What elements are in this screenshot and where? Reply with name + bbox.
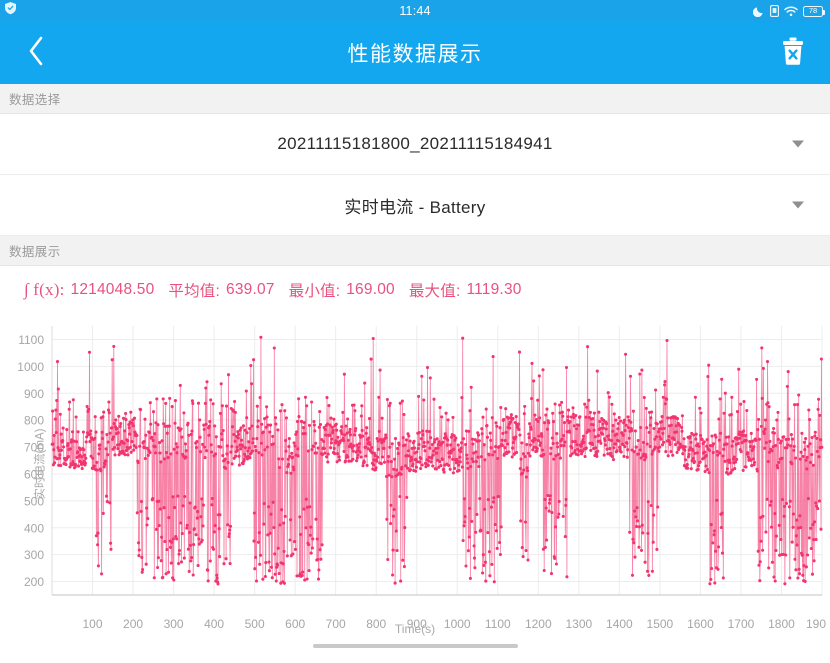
dataset-select-value: 20211115181800_20211115184941 (277, 134, 552, 154)
chart-y-axis-label: 实时电流(mA) (31, 429, 47, 500)
section-header-data-display-label: 数据展示 (9, 241, 61, 260)
battery-level-text: 78 (809, 7, 817, 15)
current-chart[interactable]: 实时电流(mA) 2003004005006007008009001000110… (0, 314, 830, 614)
sim-icon (770, 5, 779, 17)
chart-x-axis-label: Time(s) (0, 622, 830, 636)
section-header-data-selection: 数据选择 (0, 84, 830, 114)
battery-icon: 78 (803, 6, 823, 17)
minimum-label: 最小值: (289, 279, 341, 301)
svg-text:400: 400 (24, 521, 44, 535)
status-bar-right-icons: 78 (753, 0, 823, 22)
svg-text:900: 900 (24, 387, 44, 401)
page-title: 性能数据展示 (348, 38, 483, 68)
average-label: 平均值: (168, 279, 220, 301)
status-bar: 11:44 78 (0, 0, 830, 22)
svg-text:200: 200 (24, 575, 44, 589)
average-value: 639.07 (226, 281, 275, 299)
home-indicator-wrap (0, 644, 830, 648)
chart-canvas[interactable]: 20030040050060070080090010001100 (0, 314, 830, 614)
svg-text:800: 800 (24, 414, 44, 428)
integral-value: 1214048.50 (71, 281, 155, 299)
svg-text:1100: 1100 (18, 333, 44, 347)
status-bar-clock: 11:44 (399, 4, 430, 18)
chart-x-axis-area: 1002003004005006007008009001000110012001… (0, 614, 830, 654)
svg-text:1000: 1000 (17, 360, 44, 374)
dataset-select[interactable]: 20211115181800_20211115184941 (0, 114, 830, 175)
integral-label: ∫ f(x): (24, 280, 65, 300)
maximum-label: 最大值: (409, 279, 461, 301)
section-header-data-selection-label: 数据选择 (9, 89, 61, 108)
chevron-left-icon (27, 35, 45, 72)
moon-icon (753, 5, 765, 17)
minimum-value: 169.00 (346, 281, 395, 299)
shield-icon (4, 1, 17, 15)
chevron-down-icon (792, 141, 804, 148)
app-bar: 性能数据展示 (0, 22, 830, 84)
metric-select[interactable]: 实时电流 - Battery (0, 175, 830, 236)
maximum-value: 1119.30 (466, 281, 521, 299)
trash-x-icon (778, 35, 808, 72)
home-indicator (313, 644, 518, 648)
wifi-icon (784, 6, 798, 17)
delete-button[interactable] (770, 22, 816, 84)
chevron-down-icon (792, 202, 804, 209)
metric-select-value: 实时电流 - Battery (344, 193, 485, 218)
svg-text:300: 300 (24, 548, 44, 562)
status-bar-left-icons (4, 1, 17, 15)
statistics-row: ∫ f(x): 1214048.50 平均值: 639.07 最小值: 169.… (0, 266, 830, 314)
back-button[interactable] (10, 22, 62, 84)
section-header-data-display: 数据展示 (0, 236, 830, 266)
